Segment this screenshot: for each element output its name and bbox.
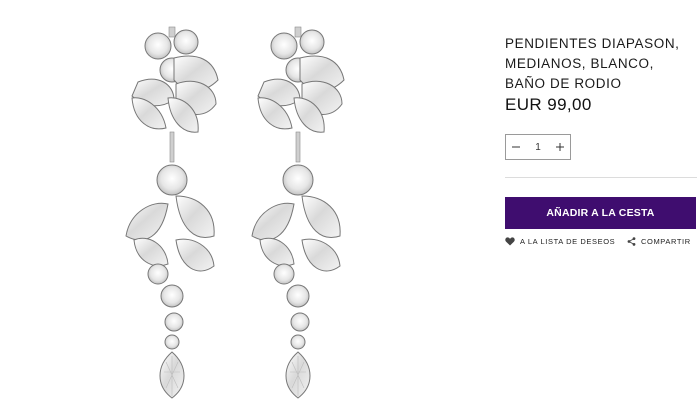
- quantity-stepper[interactable]: 1: [505, 134, 571, 160]
- left-earring: [125, 26, 219, 399]
- share-icon: [627, 237, 636, 246]
- earrings-product-image: [125, 26, 345, 399]
- product-image: [0, 0, 480, 415]
- product-title: PENDIENTES DIAPASON, MEDIANOS, BLANCO, B…: [505, 36, 680, 91]
- add-to-cart-button[interactable]: AÑADIR A LA CESTA: [505, 197, 696, 229]
- plus-icon: [556, 143, 564, 151]
- share-link[interactable]: COMPARTIR: [627, 237, 691, 246]
- minus-icon: [512, 146, 520, 148]
- right-earring: [251, 26, 345, 399]
- wishlist-label: A LA LISTA DE DESEOS: [520, 237, 616, 246]
- share-label: COMPARTIR: [641, 237, 691, 246]
- divider: [505, 177, 697, 178]
- decrement-button[interactable]: [506, 135, 526, 159]
- quantity-value[interactable]: 1: [535, 142, 541, 153]
- heart-icon: [505, 237, 515, 246]
- wishlist-link[interactable]: A LA LISTA DE DESEOS: [505, 237, 615, 246]
- product-price: EUR 99,00: [505, 95, 592, 114]
- increment-button[interactable]: [550, 135, 570, 159]
- product-details: PENDIENTES DIAPASON, MEDIANOS, BLANCO, B…: [505, 0, 697, 415]
- secondary-actions: A LA LISTA DE DESEOS COMPARTIR: [505, 237, 697, 253]
